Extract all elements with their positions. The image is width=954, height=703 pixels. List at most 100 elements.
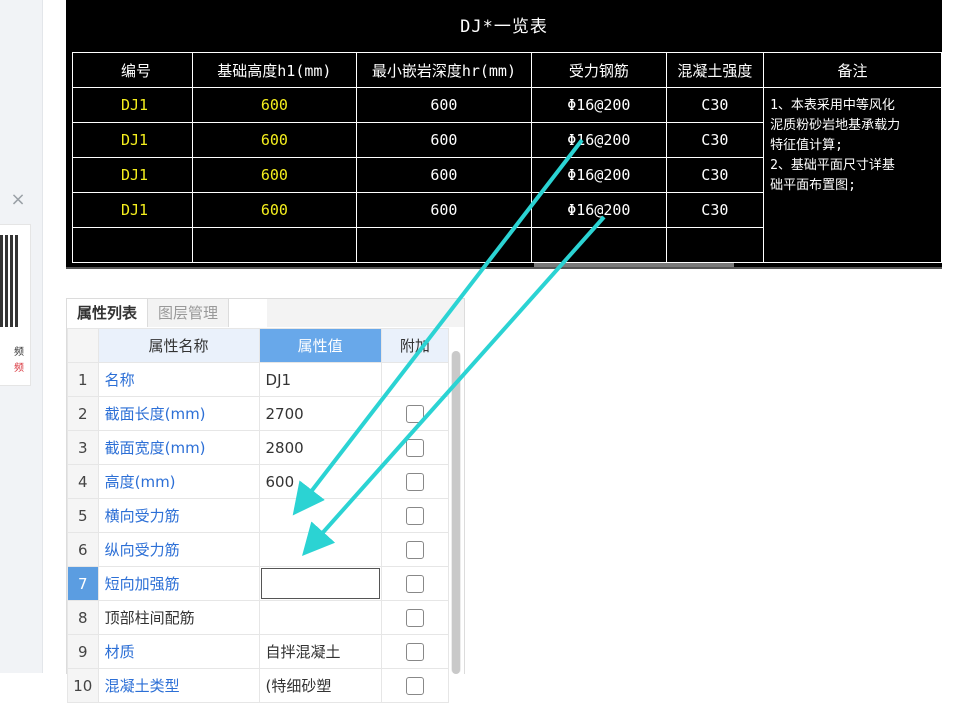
cad-header-cell: 备注 bbox=[763, 52, 942, 88]
extra-checkbox[interactable] bbox=[405, 506, 424, 525]
property-value[interactable]: (特细砂塑 bbox=[258, 668, 382, 703]
property-row[interactable]: 3 截面宽度(mm) 2800 bbox=[67, 430, 450, 465]
property-name: 纵向受力筋 bbox=[97, 532, 260, 567]
header-property-value[interactable]: 属性值 bbox=[258, 328, 382, 363]
property-row[interactable]: 6 纵向受力筋 bbox=[67, 532, 450, 567]
cad-table-title: DJ*一览表 bbox=[460, 17, 548, 37]
cad-cell-empty bbox=[192, 227, 357, 263]
cad-header-cell: 混凝土强度 bbox=[665, 52, 765, 88]
property-value-editor[interactable] bbox=[258, 566, 382, 601]
cad-cell-rebar: Φ16@200 bbox=[531, 87, 667, 123]
property-value[interactable]: 2700 bbox=[258, 396, 382, 431]
cad-cell-empty bbox=[71, 227, 194, 263]
property-row[interactable]: 1 名称 DJ1 bbox=[67, 362, 450, 397]
extra-checkbox[interactable] bbox=[405, 642, 424, 661]
qr-code-icon bbox=[0, 235, 20, 327]
header-property-name[interactable]: 属性名称 bbox=[97, 328, 260, 363]
cad-cell-concrete: C30 bbox=[665, 87, 765, 123]
cad-header-cell: 编号 bbox=[71, 52, 194, 88]
scrollbar-thumb[interactable] bbox=[452, 351, 460, 674]
cad-cell-depth: 600 bbox=[355, 122, 533, 158]
property-name: 混凝土类型 bbox=[97, 668, 260, 703]
property-value[interactable] bbox=[258, 532, 382, 567]
row-index: 5 bbox=[67, 498, 99, 533]
property-row[interactable]: 8 顶部柱间配筋 bbox=[67, 600, 450, 635]
extra-checkbox[interactable] bbox=[405, 438, 424, 457]
row-index: 4 bbox=[67, 464, 99, 499]
cad-cell-empty bbox=[665, 227, 765, 263]
panel-vertical-scrollbar[interactable] bbox=[451, 351, 461, 674]
extra-cell bbox=[380, 464, 450, 499]
cad-cell-height: 600 bbox=[192, 192, 357, 228]
property-row[interactable]: 2 截面长度(mm) 2700 bbox=[67, 396, 450, 431]
cad-cell-concrete: C30 bbox=[665, 192, 765, 228]
extra-cell bbox=[380, 668, 450, 703]
cad-cell-concrete: C30 bbox=[665, 157, 765, 193]
qr-caption: 频 bbox=[14, 347, 24, 358]
cad-cell-height: 600 bbox=[192, 122, 357, 158]
property-name: 高度(mm) bbox=[97, 464, 260, 499]
extra-checkbox[interactable] bbox=[405, 540, 424, 559]
extra-cell bbox=[380, 532, 450, 567]
cad-schedule-table: 编号 基础高度h1(mm) 最小嵌岩深度hr(mm) 受力钢筋 混凝土强度 备注… bbox=[71, 52, 942, 263]
tab-layer-management[interactable]: 图层管理 bbox=[148, 299, 230, 327]
property-name: 横向受力筋 bbox=[97, 498, 260, 533]
cad-cell-id: DJ1 bbox=[71, 122, 194, 158]
property-name: 截面宽度(mm) bbox=[97, 430, 260, 465]
extra-checkbox[interactable] bbox=[405, 676, 424, 695]
extra-checkbox[interactable] bbox=[405, 574, 424, 593]
cad-cell-id: DJ1 bbox=[71, 192, 194, 228]
extra-checkbox[interactable] bbox=[405, 608, 424, 627]
property-value[interactable]: DJ1 bbox=[258, 362, 382, 397]
extra-cell bbox=[380, 430, 450, 465]
property-value[interactable] bbox=[258, 498, 382, 533]
property-name: 材质 bbox=[97, 634, 260, 669]
cad-cell-height: 600 bbox=[192, 87, 357, 123]
extra-cell bbox=[380, 362, 450, 397]
cad-cell-empty bbox=[531, 227, 667, 263]
property-name: 截面长度(mm) bbox=[97, 396, 260, 431]
row-index: 2 bbox=[67, 396, 99, 431]
cad-cell-id: DJ1 bbox=[71, 157, 194, 193]
panel-tab-bar: 属性列表 图层管理 bbox=[67, 299, 230, 327]
property-value[interactable]: 自拌混凝土 bbox=[258, 634, 382, 669]
header-extra[interactable]: 附加 bbox=[380, 328, 450, 363]
cad-horizontal-scrollbar[interactable] bbox=[534, 263, 734, 267]
property-name: 顶部柱间配筋 bbox=[97, 600, 260, 635]
row-index: 7 bbox=[67, 566, 99, 601]
tab-bar-background bbox=[267, 299, 464, 327]
cad-table-row: DJ1 600 600 Φ16@200 C30 1、本表采用中等风化 泥质粉砂岩… bbox=[71, 87, 942, 263]
cad-drawing-viewport[interactable]: DJ*一览表 编号 基础高度h1(mm) 最小嵌岩深度hr(mm) 受力钢筋 混… bbox=[66, 0, 942, 269]
cad-cell-rebar: Φ16@200 bbox=[531, 122, 667, 158]
cad-header-cell: 受力钢筋 bbox=[531, 52, 667, 88]
row-index: 9 bbox=[67, 634, 99, 669]
extra-cell bbox=[380, 634, 450, 669]
property-row[interactable]: 10 混凝土类型 (特细砂塑 bbox=[67, 668, 450, 703]
property-row[interactable]: 5 横向受力筋 bbox=[67, 498, 450, 533]
extra-checkbox[interactable] bbox=[405, 404, 424, 423]
close-icon[interactable]: × bbox=[8, 190, 28, 210]
property-name: 短向加强筋 bbox=[97, 566, 260, 601]
property-value[interactable]: 2800 bbox=[258, 430, 382, 465]
extra-cell bbox=[380, 566, 450, 601]
cad-cell-rebar: Φ16@200 bbox=[531, 157, 667, 193]
value-input-box[interactable] bbox=[260, 568, 380, 599]
cad-cell-rebar: Φ16@200 bbox=[531, 192, 667, 228]
extra-cell bbox=[380, 396, 450, 431]
cad-cell-concrete: C30 bbox=[665, 122, 765, 158]
property-grid: 属性名称 属性值 附加 1 名称 DJ1 2 截面长度(mm) 2700 3 截… bbox=[67, 328, 450, 703]
cad-cell-depth: 600 bbox=[355, 192, 533, 228]
property-row-selected[interactable]: 7 短向加强筋 bbox=[67, 566, 450, 601]
property-value[interactable]: 600 bbox=[258, 464, 382, 499]
property-row[interactable]: 9 材质 自拌混凝土 bbox=[67, 634, 450, 669]
property-row[interactable]: 4 高度(mm) 600 bbox=[67, 464, 450, 499]
property-grid-header: 属性名称 属性值 附加 bbox=[67, 328, 450, 363]
qr-card[interactable]: 频 频 bbox=[0, 224, 31, 386]
cad-cell-height: 600 bbox=[192, 157, 357, 193]
qr-caption-link[interactable]: 频 bbox=[0, 359, 24, 374]
extra-checkbox[interactable] bbox=[405, 472, 424, 491]
extra-cell bbox=[380, 600, 450, 635]
tab-property-list[interactable]: 属性列表 bbox=[67, 299, 149, 327]
cad-header-cell: 基础高度h1(mm) bbox=[192, 52, 357, 88]
property-value[interactable] bbox=[258, 600, 382, 635]
